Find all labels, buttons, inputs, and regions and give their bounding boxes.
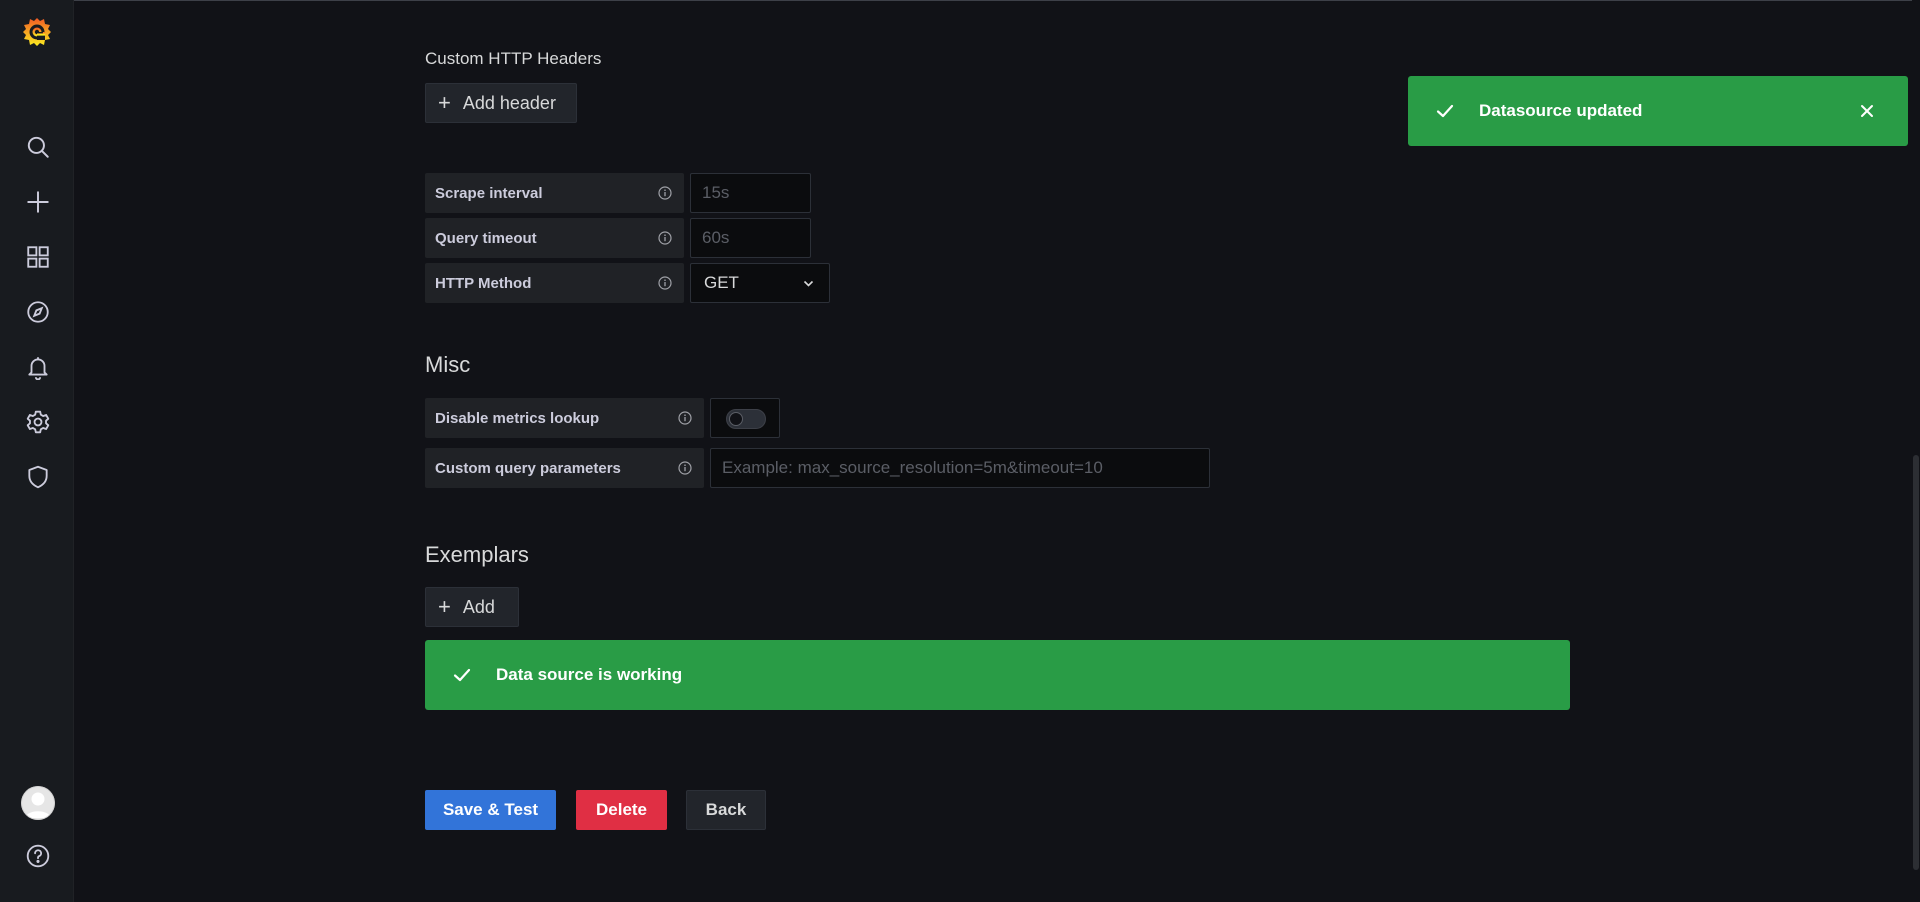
top-border	[0, 0, 1920, 1]
page-scrollbar-track[interactable]	[1912, 0, 1920, 902]
info-icon	[658, 231, 672, 245]
http-method-value: GET	[704, 273, 739, 292]
query-timeout-input[interactable]	[690, 218, 811, 258]
plus-icon: +	[438, 594, 451, 619]
alerting-bell-icon[interactable]	[23, 352, 53, 382]
disable-metrics-lookup-label: Disable metrics lookup	[425, 398, 704, 438]
info-icon	[678, 461, 692, 475]
add-header-button[interactable]: + Add header	[425, 83, 577, 123]
chevron-down-icon	[803, 280, 814, 287]
disable-metrics-lookup-toggle[interactable]	[726, 409, 766, 429]
grafana-logo-icon[interactable]	[20, 15, 54, 49]
explore-compass-icon[interactable]	[23, 297, 53, 327]
custom-query-parameters-input[interactable]	[710, 448, 1210, 488]
info-icon	[658, 276, 672, 290]
toast-text: Datasource updated	[1479, 101, 1643, 120]
save-and-test-button[interactable]: Save & Test	[425, 790, 556, 830]
server-admin-shield-icon[interactable]	[23, 462, 53, 492]
custom-http-headers-title: Custom HTTP Headers	[425, 49, 602, 68]
help-icon[interactable]	[23, 841, 53, 871]
exemplars-section-title: Exemplars	[425, 542, 529, 567]
plus-icon[interactable]	[23, 187, 53, 217]
info-icon	[658, 186, 672, 200]
scrape-interval-input[interactable]	[690, 173, 811, 213]
misc-section-title: Misc	[425, 352, 471, 377]
dashboards-icon[interactable]	[23, 242, 53, 272]
custom-query-parameters-label: Custom query parameters	[425, 448, 704, 488]
search-icon[interactable]	[23, 132, 53, 162]
info-icon	[678, 411, 692, 425]
page-scrollbar-thumb[interactable]	[1913, 455, 1919, 870]
http-method-select[interactable]: GET	[690, 263, 830, 303]
http-method-label: HTTP Method	[425, 263, 684, 303]
user-avatar[interactable]	[21, 786, 55, 820]
add-header-label: Add header	[462, 92, 556, 113]
back-button[interactable]: Back	[686, 790, 766, 830]
plus-icon: +	[438, 90, 451, 115]
datasource-status-alert: Data source is working	[425, 640, 1570, 710]
add-exemplar-label: Add	[462, 596, 495, 617]
sidebar	[0, 0, 74, 902]
datasource-status-text: Data source is working	[496, 665, 683, 684]
close-icon[interactable]	[1858, 102, 1876, 120]
toggle-knob	[729, 412, 743, 426]
add-exemplar-button[interactable]: + Add	[425, 587, 519, 627]
datasource-updated-toast: Datasource updated	[1408, 76, 1908, 146]
scrape-interval-label: Scrape interval	[425, 173, 684, 213]
delete-button[interactable]: Delete	[576, 790, 667, 830]
check-icon	[1436, 104, 1454, 118]
query-timeout-label: Query timeout	[425, 218, 684, 258]
check-icon	[453, 668, 471, 682]
configuration-gear-icon[interactable]	[23, 407, 53, 437]
disable-metrics-lookup-field	[710, 398, 780, 438]
